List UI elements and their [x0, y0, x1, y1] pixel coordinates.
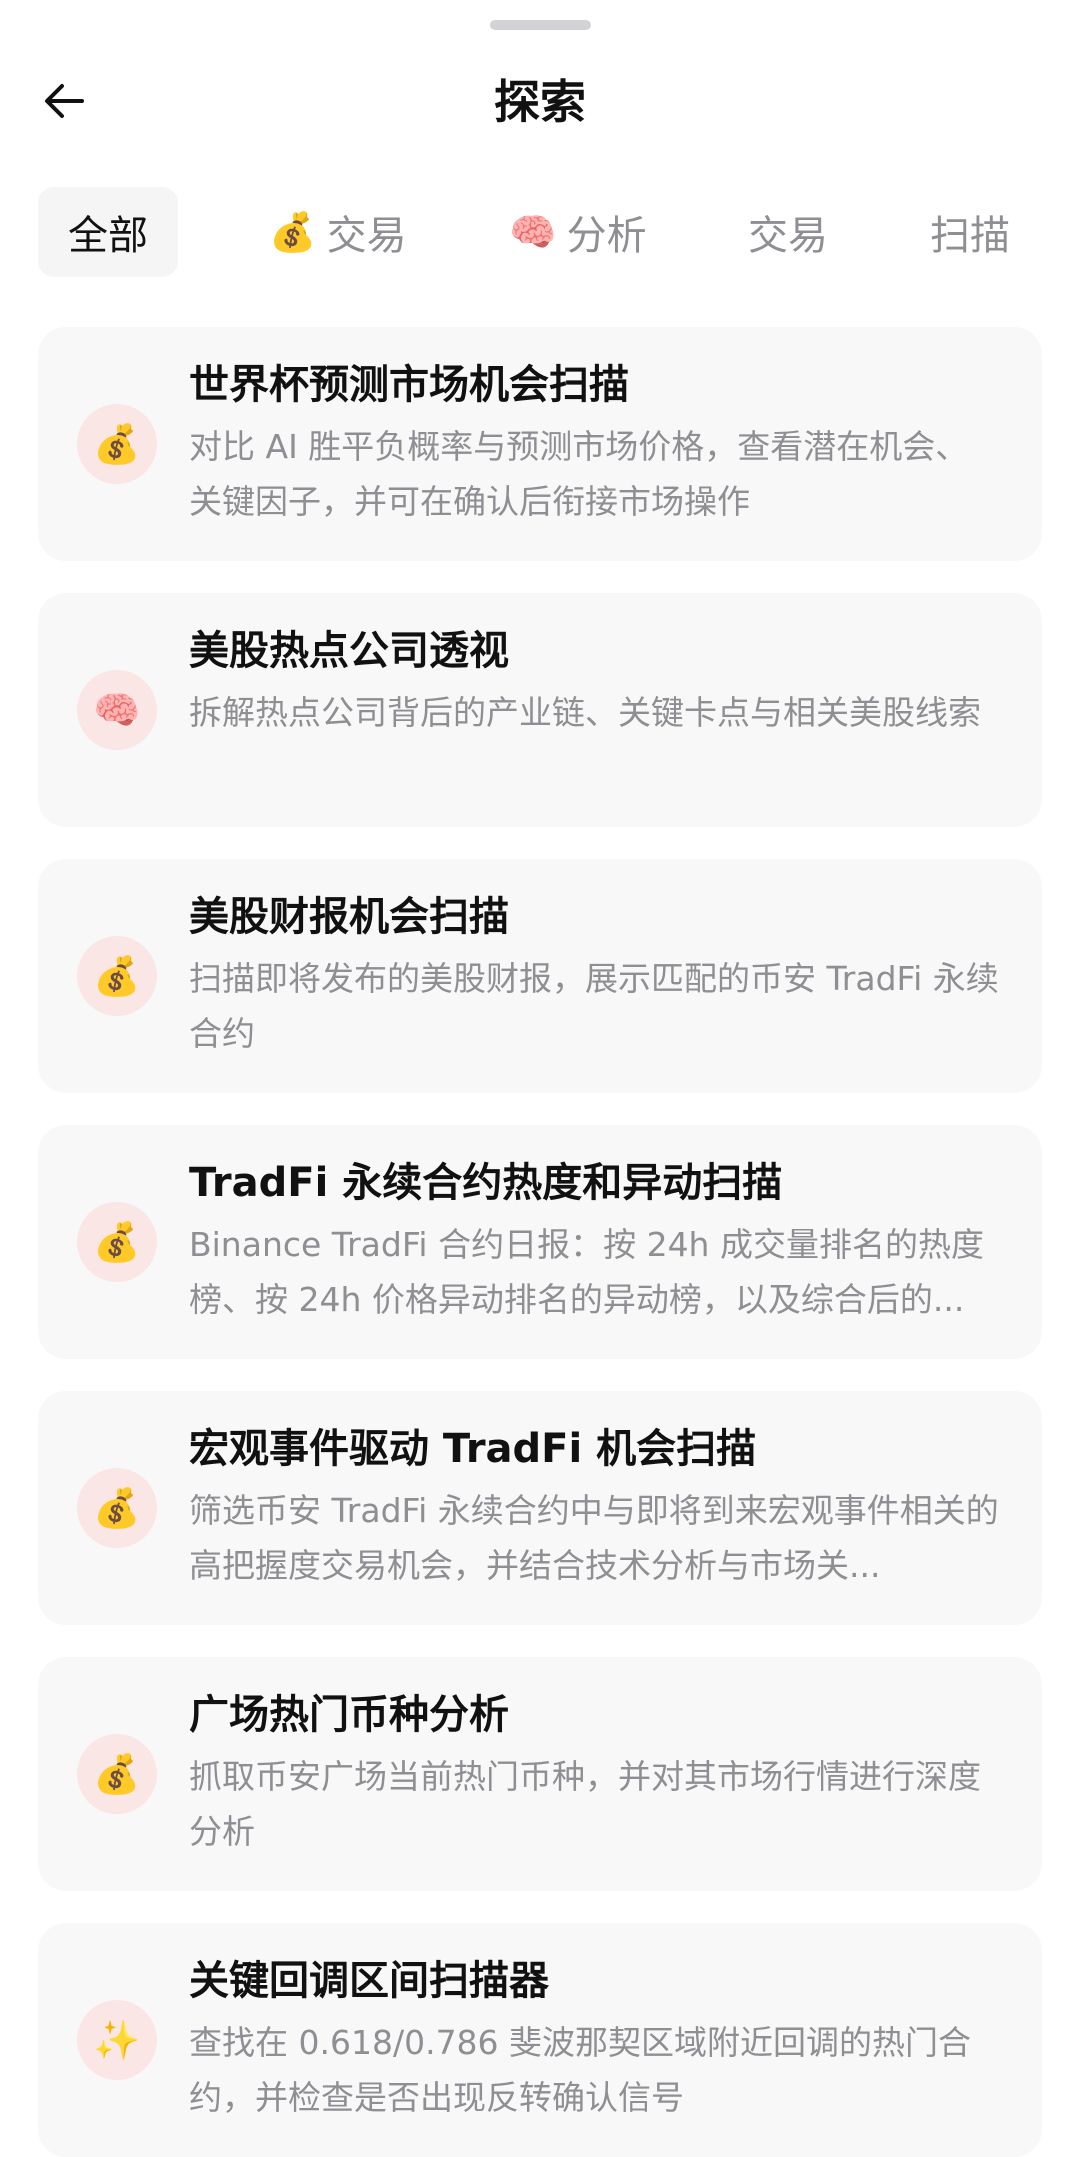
tab-label: 分析 — [566, 213, 647, 259]
card-description: 抓取币安广场当前热门币种，并对其市场行情进行深度分析 — [189, 1757, 981, 1851]
tab-trading-2[interactable]: 交易 — [718, 187, 858, 277]
list-item[interactable]: ✨ 关键回调区间扫描器 查找在 0.618/0.786 斐波那契区域附近回调的热… — [38, 1923, 1042, 2157]
brain-icon: 🧠 — [77, 670, 157, 750]
sheet-grabber[interactable] — [490, 20, 591, 30]
card-title: 宏观事件驱动 TradFi 机会扫描 — [189, 1426, 757, 1472]
card-description: 筛选币安 TradFi 永续合约中与即将到来宏观事件相关的高把握度交易机会，并结… — [189, 1491, 999, 1585]
tab-trading[interactable]: 💰 交易 — [243, 187, 433, 277]
money-bag-icon: 💰 — [77, 936, 157, 1016]
card-title: 美股财报机会扫描 — [189, 894, 509, 940]
money-bag-icon: 💰 — [269, 209, 317, 254]
list-item[interactable]: 💰 TradFi 永续合约热度和异动扫描 Binance TradFi 合约日报… — [38, 1125, 1042, 1359]
tab-all[interactable]: 全部 — [38, 187, 178, 277]
card-title: 广场热门币种分析 — [189, 1692, 509, 1738]
card-description: 对比 AI 胜平负概率与预测市场价格，查看潜在机会、关键因子，并可在确认后衔接市… — [189, 427, 969, 521]
money-bag-icon: 💰 — [77, 1734, 157, 1814]
list-item[interactable]: 💰 世界杯预测市场机会扫描 对比 AI 胜平负概率与预测市场价格，查看潜在机会、… — [38, 327, 1042, 561]
card-description: 拆解热点公司背后的产业链、关键卡点与相关美股线索 — [189, 693, 981, 732]
card-description: 扫描即将发布的美股财报，展示匹配的币安 TradFi 永续合约 — [189, 959, 999, 1053]
card-title: 关键回调区间扫描器 — [189, 1958, 549, 2004]
tab-label: 交易 — [748, 213, 828, 259]
tab-label: 交易 — [326, 213, 407, 259]
list-item[interactable]: 💰 宏观事件驱动 TradFi 机会扫描 筛选币安 TradFi 永续合约中与即… — [38, 1391, 1042, 1625]
list-item[interactable]: 💰 广场热门币种分析 抓取币安广场当前热门币种，并对其市场行情进行深度分析 — [38, 1657, 1042, 1891]
tab-label: 全部 — [68, 213, 148, 259]
tab-analysis[interactable]: 🧠 分析 — [483, 187, 673, 277]
brain-icon: 🧠 — [509, 209, 557, 254]
card-title: TradFi 永续合约热度和异动扫描 — [189, 1160, 783, 1206]
category-tabs: 全部 💰 交易 🧠 分析 交易 扫描 — [38, 187, 1058, 277]
page-title: 探索 — [494, 75, 586, 129]
sparkles-icon: ✨ — [77, 2000, 157, 2080]
money-bag-icon: 💰 — [77, 1468, 157, 1548]
card-title: 世界杯预测市场机会扫描 — [189, 362, 629, 408]
card-description: 查找在 0.618/0.786 斐波那契区域附近回调的热门合约，并检查是否出现反… — [189, 2023, 972, 2117]
list-item[interactable]: 🧠 美股热点公司透视 拆解热点公司背后的产业链、关键卡点与相关美股线索 — [38, 593, 1042, 827]
tab-scan[interactable]: 扫描 — [900, 187, 1040, 277]
tab-label: 扫描 — [930, 213, 1010, 259]
money-bag-icon: 💰 — [77, 1202, 157, 1282]
money-bag-icon: 💰 — [77, 404, 157, 484]
list-item[interactable]: 💰 美股财报机会扫描 扫描即将发布的美股财报，展示匹配的币安 TradFi 永续… — [38, 859, 1042, 1093]
header: 探索 — [0, 60, 1080, 145]
card-description: Binance TradFi 合约日报：按 24h 成交量排名的热度榜、按 24… — [189, 1225, 984, 1319]
card-title: 美股热点公司透视 — [189, 628, 509, 674]
